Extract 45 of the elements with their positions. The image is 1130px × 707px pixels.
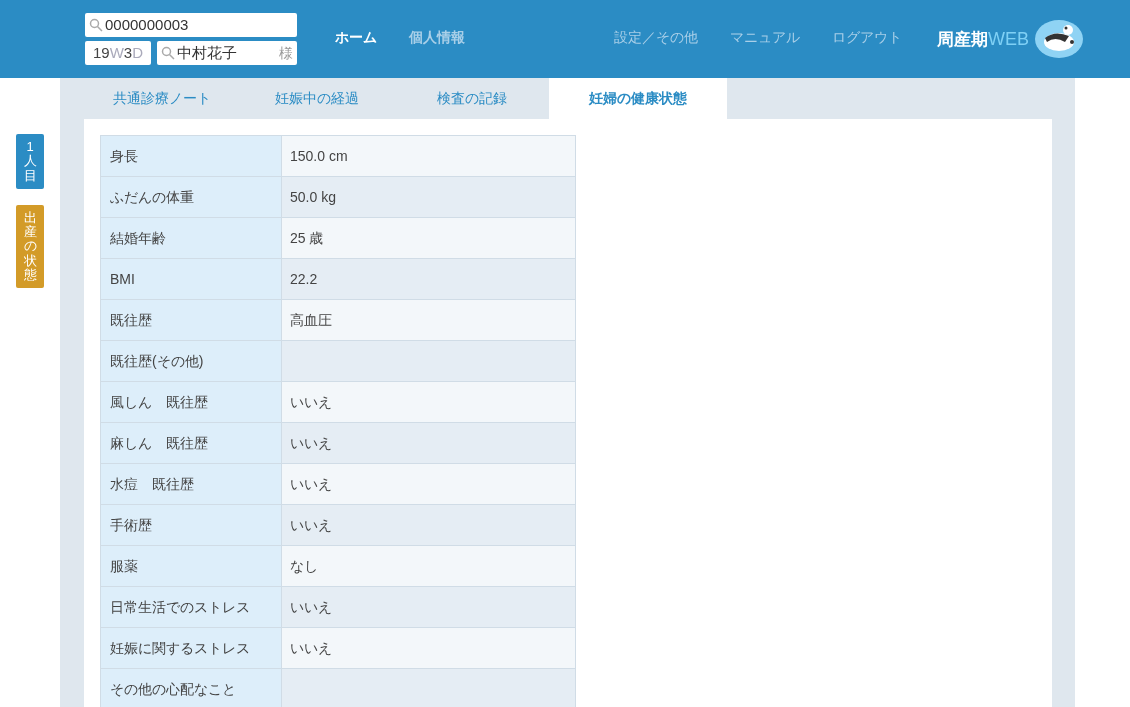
row-label: ふだんの体重	[100, 176, 282, 218]
row-label: BMI	[100, 258, 282, 300]
row-value: いいえ	[281, 586, 576, 628]
row-value: 22.2	[281, 258, 576, 300]
row-value: 25 歳	[281, 217, 576, 259]
row-label: 妊娠に関するストレス	[100, 627, 282, 669]
nav-link[interactable]: 設定／その他	[614, 27, 698, 48]
row-value: 150.0 cm	[281, 135, 576, 177]
row-value: いいえ	[281, 422, 576, 464]
side-tab[interactable]: 1人目	[16, 134, 44, 189]
row-value: いいえ	[281, 463, 576, 505]
row-label: 服薬	[100, 545, 282, 587]
row-label: 水痘 既往歴	[100, 463, 282, 505]
row-label: 既往歴	[100, 299, 282, 341]
side-tab[interactable]: 出産の状態	[16, 204, 44, 289]
tab[interactable]: 妊娠中の経過	[239, 78, 394, 119]
row-label: 風しん 既往歴	[100, 381, 282, 423]
search-icon	[161, 46, 175, 60]
row-value: 高血圧	[281, 299, 576, 341]
row-value: いいえ	[281, 627, 576, 669]
row-value: 50.0 kg	[281, 176, 576, 218]
row-label: 身長	[100, 135, 282, 177]
row-label: 日常生活でのストレス	[100, 586, 282, 628]
row-label: 既往歴(その他)	[100, 340, 282, 382]
tab[interactable]: 共通診療ノート	[84, 78, 239, 119]
logo-text: 周産期WEB	[937, 27, 1029, 51]
nav-link[interactable]: マニュアル	[730, 27, 800, 48]
search-icon	[89, 18, 103, 32]
row-value: いいえ	[281, 381, 576, 423]
nav-link[interactable]: ログアウト	[832, 27, 902, 48]
row-value: なし	[281, 545, 576, 587]
tab[interactable]: 検査の記録	[394, 78, 549, 119]
row-label: 結婚年齢	[100, 217, 282, 259]
nav-link[interactable]: ホーム	[335, 27, 377, 48]
tab[interactable]: 妊婦の健康状態	[549, 78, 727, 119]
row-label: その他の心配なこと	[100, 668, 282, 707]
row-value: いいえ	[281, 504, 576, 546]
row-label: 手術歴	[100, 504, 282, 546]
name-search-field[interactable]: 中村花子 様	[157, 41, 297, 65]
row-label: 麻しん 既往歴	[100, 422, 282, 464]
honorific-suffix: 様	[279, 43, 293, 63]
id-search-field[interactable]: 0000000003	[85, 13, 297, 37]
gestation-age: 19W3D	[85, 41, 151, 65]
nav-link[interactable]: 個人情報	[409, 27, 465, 48]
panda-logo-icon	[1035, 20, 1083, 58]
